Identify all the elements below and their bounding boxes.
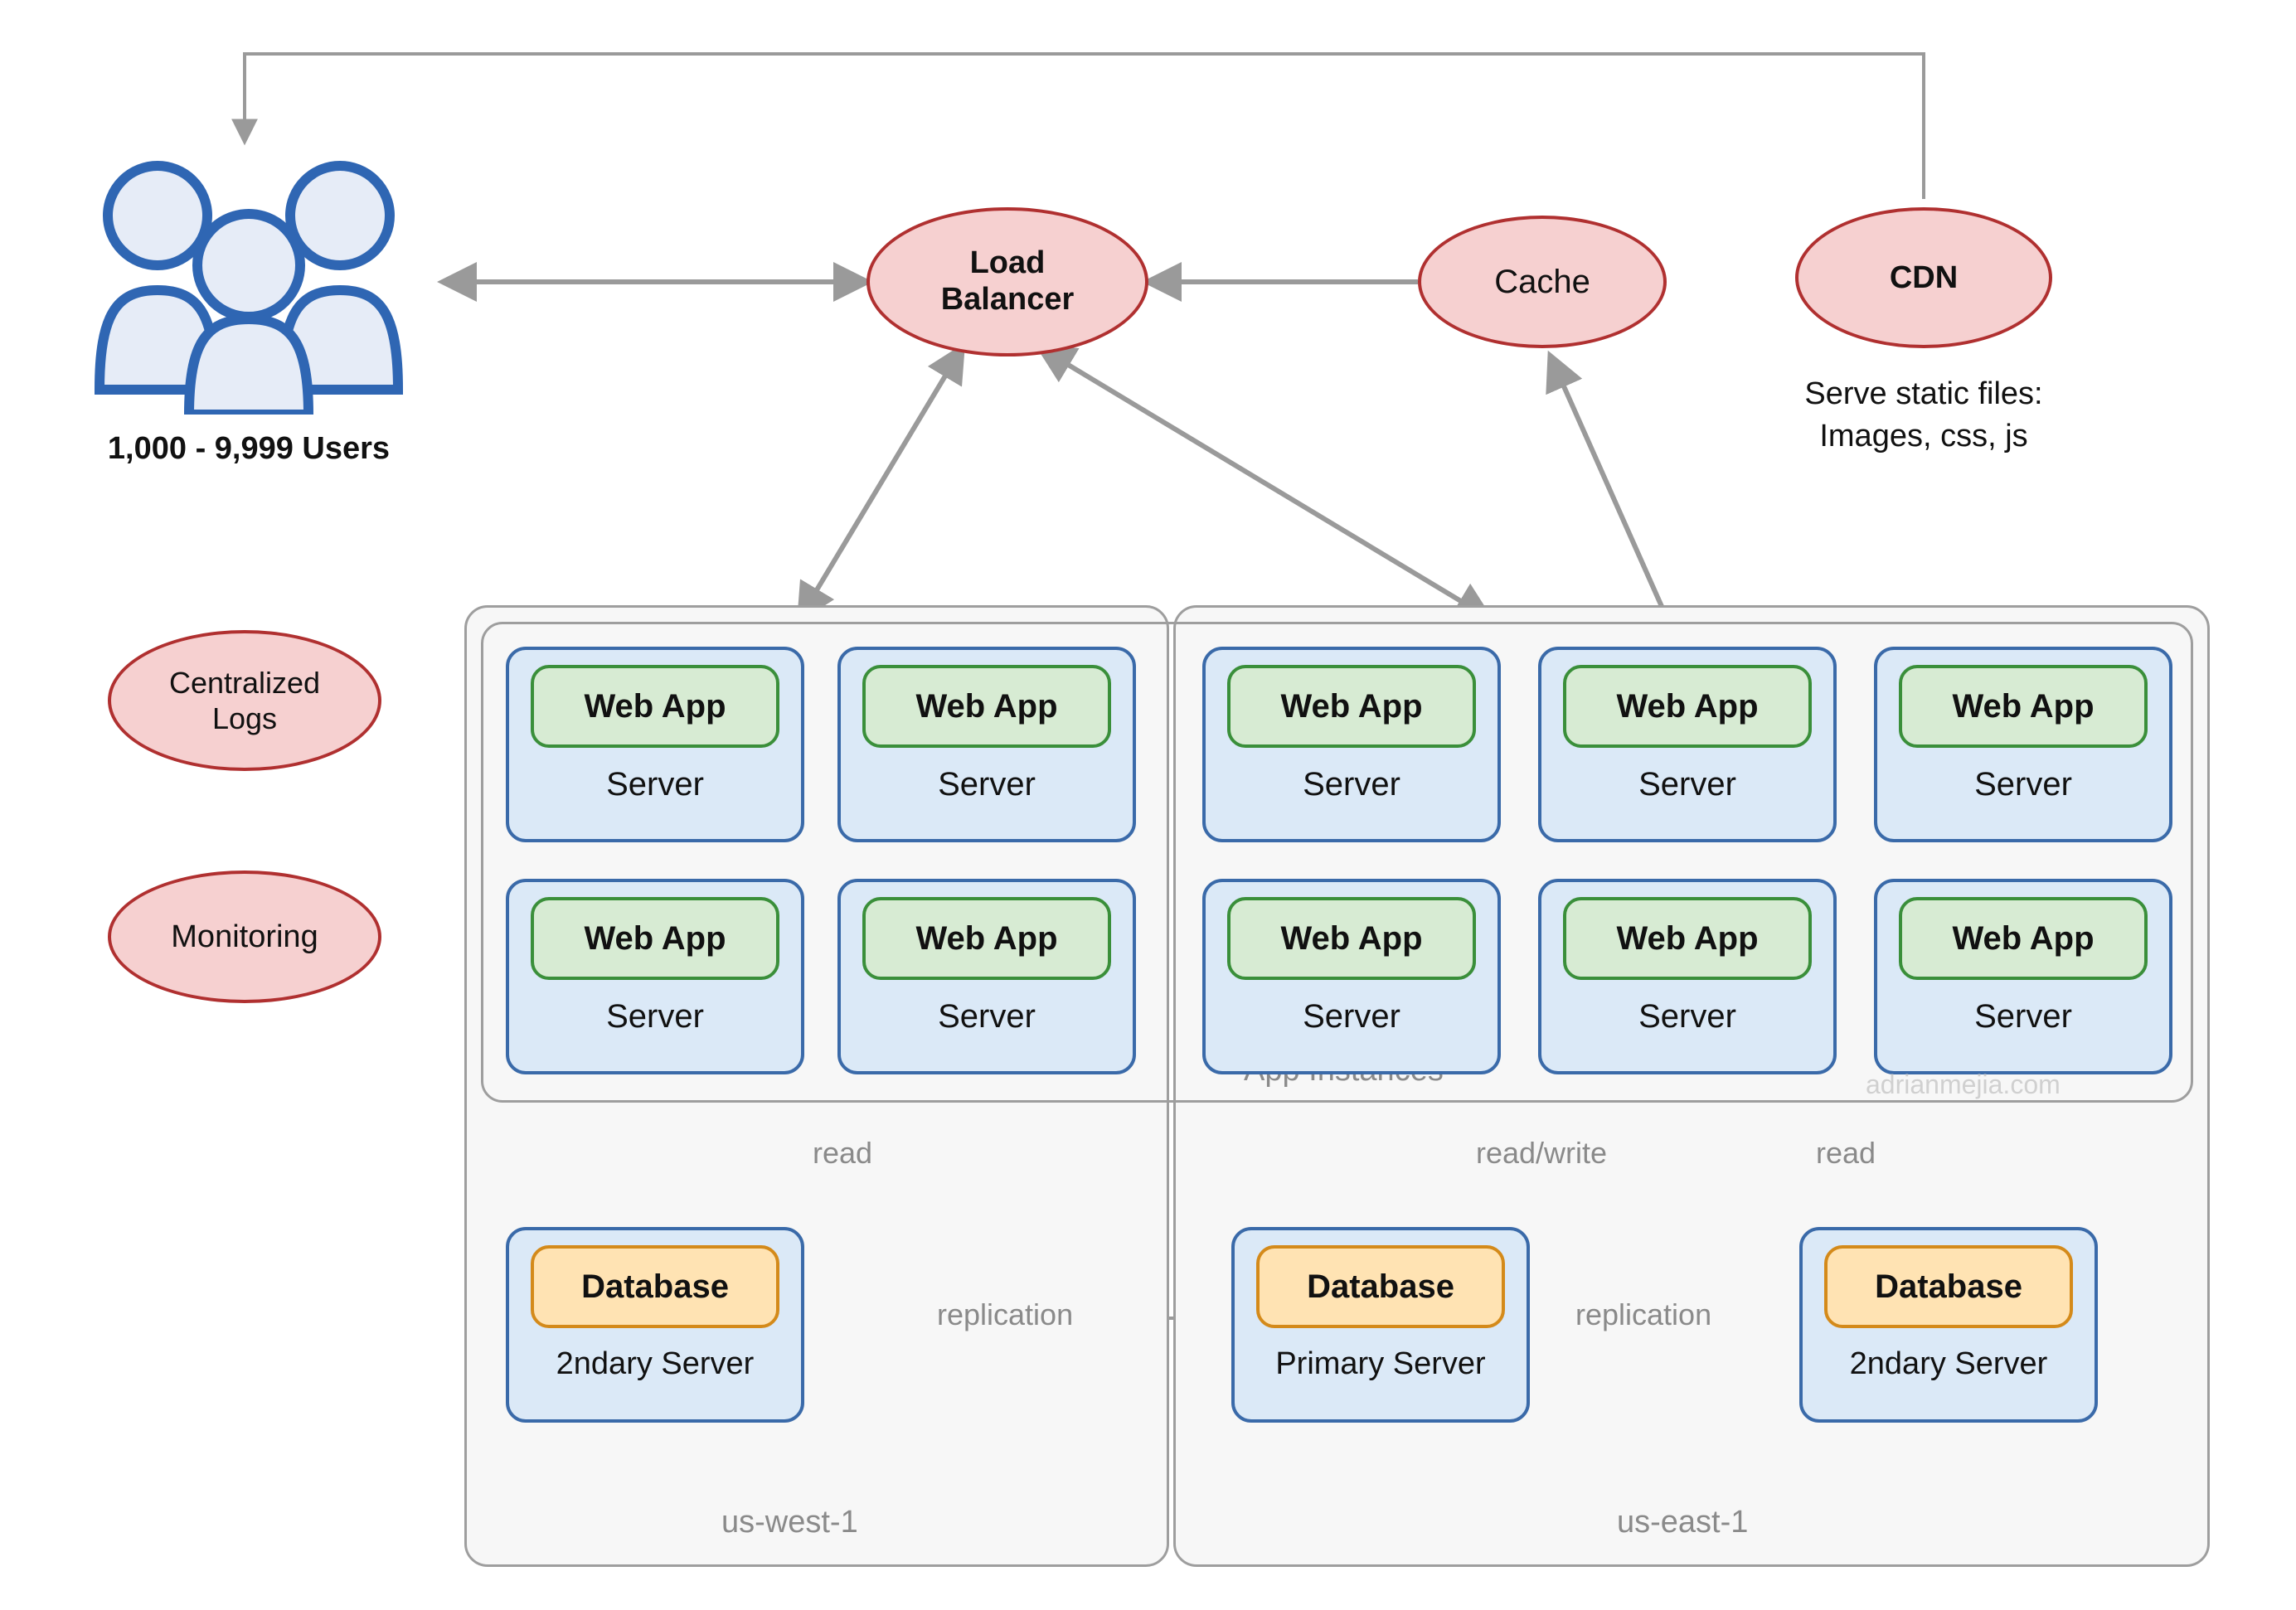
- web-app-pill: Web App: [1227, 897, 1476, 980]
- db-server-card: Database 2ndary Server: [1799, 1227, 2098, 1423]
- region-west-label: us-west-1: [721, 1505, 858, 1540]
- web-app-pill: Web App: [862, 665, 1111, 748]
- web-app-label: Web App: [1952, 688, 2094, 725]
- db-server-card: Database Primary Server: [1231, 1227, 1530, 1423]
- server-label: Server: [1303, 998, 1400, 1035]
- edge-label-read: read: [813, 1136, 872, 1171]
- edge-label-replication-west: replication: [937, 1297, 1073, 1332]
- diagram-canvas: 1,000 - 9,999 Users Load Balancer Cache …: [0, 0, 2296, 1610]
- server-label: Server: [606, 998, 704, 1035]
- db-role-label: 2ndary Server: [556, 1346, 755, 1382]
- web-app-pill: Web App: [862, 897, 1111, 980]
- web-app-pill: Web App: [1563, 665, 1812, 748]
- web-app-label: Web App: [915, 688, 1057, 725]
- web-app-pill: Web App: [1899, 665, 2148, 748]
- server-label: Server: [1974, 766, 2072, 803]
- server-label: Server: [1974, 998, 2072, 1035]
- users-icon: [66, 141, 431, 473]
- server-card: Web App Server: [506, 879, 804, 1074]
- server-card: Web App Server: [837, 879, 1136, 1074]
- cdn-label: CDN: [1890, 260, 1958, 296]
- server-card: Web App Server: [1538, 647, 1837, 842]
- edge-label-readwrite: read/write: [1476, 1136, 1607, 1171]
- cdn-caption: Serve static files: Images, css, js: [1783, 373, 2065, 458]
- web-app-label: Web App: [1616, 920, 1758, 958]
- database-pill: Database: [1824, 1245, 2073, 1328]
- database-label: Database: [1307, 1268, 1454, 1306]
- db-role-label: Primary Server: [1275, 1346, 1485, 1382]
- web-app-pill: Web App: [1227, 665, 1476, 748]
- monitoring-label: Monitoring: [171, 919, 318, 955]
- cdn-node: CDN: [1795, 207, 2052, 348]
- server-label: Server: [1638, 998, 1736, 1035]
- region-east-label: us-east-1: [1617, 1505, 1748, 1540]
- server-card: Web App Server: [1874, 647, 2172, 842]
- server-card: Web App Server: [1538, 879, 1837, 1074]
- database-pill: Database: [531, 1245, 779, 1328]
- web-app-label: Web App: [1280, 920, 1422, 958]
- load-balancer-node: Load Balancer: [866, 207, 1148, 356]
- web-app-pill: Web App: [531, 897, 779, 980]
- database-label: Database: [581, 1268, 729, 1306]
- db-role-label: 2ndary Server: [1850, 1346, 2048, 1382]
- web-app-label: Web App: [1280, 688, 1422, 725]
- server-card: Web App Server: [506, 647, 804, 842]
- load-balancer-label: Load Balancer: [941, 245, 1075, 318]
- server-card: Web App Server: [1874, 879, 2172, 1074]
- users-caption: 1,000 - 9,999 Users: [58, 431, 439, 467]
- web-app-label: Web App: [584, 920, 726, 958]
- server-card: Web App Server: [837, 647, 1136, 842]
- server-label: Server: [1638, 766, 1736, 803]
- centralized-logs-node: Centralized Logs: [108, 630, 381, 771]
- database-pill: Database: [1256, 1245, 1505, 1328]
- watermark: adrianmejia.com: [1866, 1069, 2061, 1100]
- cache-label: Cache: [1494, 264, 1590, 301]
- db-server-card: Database 2ndary Server: [506, 1227, 804, 1423]
- server-label: Server: [938, 998, 1036, 1035]
- web-app-pill: Web App: [1563, 897, 1812, 980]
- cache-node: Cache: [1418, 216, 1667, 348]
- edge-label-read-east: read: [1816, 1136, 1876, 1171]
- server-label: Server: [938, 766, 1036, 803]
- database-label: Database: [1875, 1268, 2022, 1306]
- web-app-label: Web App: [915, 920, 1057, 958]
- centralized-logs-label: Centralized Logs: [169, 665, 320, 736]
- server-label: Server: [606, 766, 704, 803]
- web-app-label: Web App: [584, 688, 726, 725]
- server-card: Web App Server: [1202, 879, 1501, 1074]
- web-app-pill: Web App: [1899, 897, 2148, 980]
- web-app-label: Web App: [1616, 688, 1758, 725]
- server-card: Web App Server: [1202, 647, 1501, 842]
- monitoring-node: Monitoring: [108, 870, 381, 1003]
- edge-label-replication-east: replication: [1575, 1297, 1711, 1332]
- server-label: Server: [1303, 766, 1400, 803]
- web-app-label: Web App: [1952, 920, 2094, 958]
- web-app-pill: Web App: [531, 665, 779, 748]
